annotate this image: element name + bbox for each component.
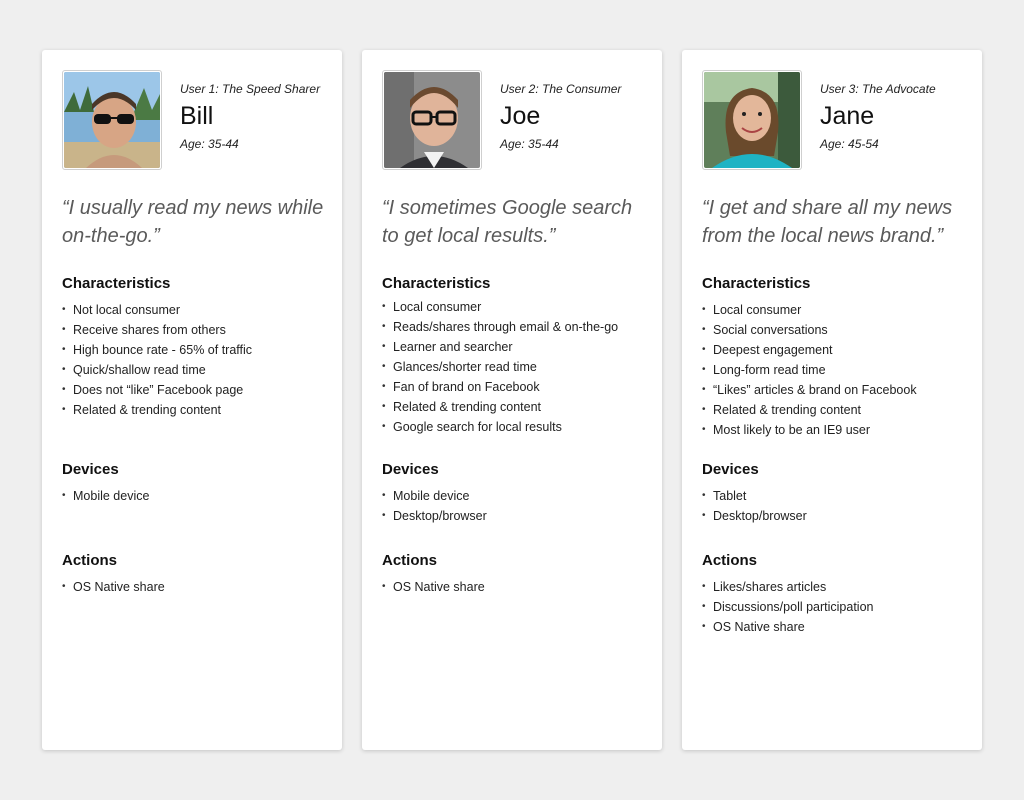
list-item: Not local consumer xyxy=(62,300,332,320)
list-item: Most likely to be an IE9 user xyxy=(702,420,972,440)
list-item: Reads/shares through email & on-the-go xyxy=(382,317,652,337)
persona-role: User 3: The Advocate xyxy=(820,82,936,96)
persona-card-bill: User 1: The Speed Sharer Bill Age: 35-44… xyxy=(42,50,342,750)
persona-name: Bill xyxy=(180,102,214,130)
persona-age: Age: 35-44 xyxy=(180,137,239,151)
list-item: Related & trending content xyxy=(382,397,652,417)
persona-quote: “I usually read my news while on-the-go.… xyxy=(62,197,324,247)
list-item: Likes/shares articles xyxy=(702,577,972,597)
list-item: OS Native share xyxy=(382,577,652,597)
characteristics-list: Local consumer Reads/shares through emai… xyxy=(382,297,652,437)
actions-list: OS Native share xyxy=(382,577,652,597)
persona-age: Age: 45-54 xyxy=(820,137,879,151)
list-item: Glances/shorter read time xyxy=(382,357,652,377)
actions-heading: Actions xyxy=(702,552,758,569)
list-item: Mobile device xyxy=(382,486,652,506)
persona-age: Age: 35-44 xyxy=(500,137,559,151)
list-item: OS Native share xyxy=(62,577,332,597)
list-item: “Likes” articles & brand on Facebook xyxy=(702,380,972,400)
devices-heading: Devices xyxy=(382,461,439,478)
list-item: High bounce rate - 65% of traffic xyxy=(62,340,332,360)
devices-list: Tablet Desktop/browser xyxy=(702,486,972,526)
list-item: Social conversations xyxy=(702,320,972,340)
characteristics-heading: Characteristics xyxy=(382,275,491,292)
persona-photo xyxy=(64,72,160,168)
characteristics-list: Local consumer Social conversations Deep… xyxy=(702,300,972,440)
list-item: Related & trending content xyxy=(702,400,972,420)
list-item: Long-form read time xyxy=(702,360,972,380)
list-item: Receive shares from others xyxy=(62,320,332,340)
list-item: Google search for local results xyxy=(382,417,652,437)
actions-list: OS Native share xyxy=(62,577,332,597)
list-item: Discussions/poll participation xyxy=(702,597,972,617)
devices-heading: Devices xyxy=(702,461,759,478)
list-item: Deepest engagement xyxy=(702,340,972,360)
list-item: Mobile device xyxy=(62,486,332,506)
characteristics-list: Not local consumer Receive shares from o… xyxy=(62,300,332,420)
actions-heading: Actions xyxy=(382,552,438,569)
persona-role: User 2: The Consumer xyxy=(500,82,622,96)
list-item: Desktop/browser xyxy=(702,506,972,526)
persona-board: User 1: The Speed Sharer Bill Age: 35-44… xyxy=(0,0,1024,800)
persona-card-jane: User 3: The Advocate Jane Age: 45-54 “I … xyxy=(682,50,982,750)
devices-list: Mobile device Desktop/browser xyxy=(382,486,652,526)
avatar xyxy=(382,70,482,170)
actions-heading: Actions xyxy=(62,552,118,569)
list-item: Local consumer xyxy=(702,300,972,320)
avatar xyxy=(62,70,162,170)
persona-photo xyxy=(384,72,480,168)
list-item: Fan of brand on Facebook xyxy=(382,377,652,397)
list-item: OS Native share xyxy=(702,617,972,637)
list-item: Learner and searcher xyxy=(382,337,652,357)
persona-name: Joe xyxy=(500,102,541,130)
actions-list: Likes/shares articles Discussions/poll p… xyxy=(702,577,972,637)
characteristics-heading: Characteristics xyxy=(702,275,811,292)
avatar xyxy=(702,70,802,170)
devices-heading: Devices xyxy=(62,461,119,478)
list-item: Does not “like” Facebook page xyxy=(62,380,332,400)
persona-name: Jane xyxy=(820,102,875,130)
devices-list: Mobile device xyxy=(62,486,332,506)
persona-role: User 1: The Speed Sharer xyxy=(180,82,321,96)
persona-card-joe: User 2: The Consumer Joe Age: 35-44 “I s… xyxy=(362,50,662,750)
persona-quote: “I get and share all my news from the lo… xyxy=(702,197,953,247)
list-item: Quick/shallow read time xyxy=(62,360,332,380)
persona-photo xyxy=(704,72,800,168)
list-item: Local consumer xyxy=(382,297,652,317)
persona-quote: “I sometimes Google search to get local … xyxy=(382,197,633,247)
list-item: Tablet xyxy=(702,486,972,506)
list-item: Related & trending content xyxy=(62,400,332,420)
list-item: Desktop/browser xyxy=(382,506,652,526)
characteristics-heading: Characteristics xyxy=(62,275,171,292)
